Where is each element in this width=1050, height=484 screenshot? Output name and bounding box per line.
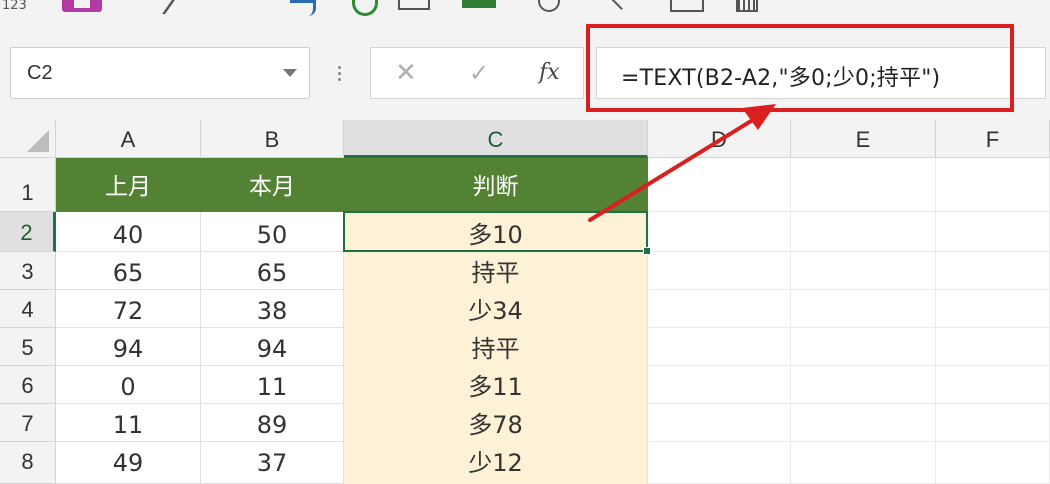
cell-c5[interactable]: 持平 <box>344 328 648 366</box>
column-header-a[interactable]: A <box>56 120 201 158</box>
column-header-e[interactable]: E <box>791 120 936 158</box>
row-header-7[interactable]: 7 <box>0 404 56 442</box>
column-header-d[interactable]: D <box>648 120 791 158</box>
cell-b1[interactable]: 本月 <box>201 158 344 212</box>
cell-f4[interactable] <box>936 290 1050 328</box>
column-header-c[interactable]: C <box>344 120 648 158</box>
chevron-down-icon[interactable] <box>283 69 297 77</box>
cell-a3[interactable]: 65 <box>56 252 201 290</box>
cell-f7[interactable] <box>936 404 1050 442</box>
cell-a7[interactable]: 11 <box>56 404 201 442</box>
cell-c4[interactable]: 少34 <box>344 290 648 328</box>
camera-icon[interactable] <box>670 0 704 12</box>
cell-d3[interactable] <box>648 252 791 290</box>
screen-icon[interactable] <box>398 0 430 10</box>
row-header-2[interactable]: 2 <box>0 212 56 252</box>
cell-c7[interactable]: 多78 <box>344 404 648 442</box>
formula-highlight-box <box>586 24 1014 112</box>
row-header-8[interactable]: 8 <box>0 442 56 484</box>
cell-f2[interactable] <box>936 212 1050 252</box>
cell-a8[interactable]: 49 <box>56 442 201 484</box>
cell-f5[interactable] <box>936 328 1050 366</box>
row-header-3[interactable]: 3 <box>0 252 56 290</box>
cell-e1[interactable] <box>791 158 936 212</box>
cell-a1[interactable]: 上月 <box>56 158 201 212</box>
onenote-icon[interactable] <box>62 0 102 12</box>
calculator-icon[interactable] <box>736 0 758 12</box>
cell-d4[interactable] <box>648 290 791 328</box>
refresh-icon[interactable] <box>290 0 316 16</box>
row-header-1[interactable]: 1 <box>0 158 56 212</box>
cell-b7[interactable]: 89 <box>201 404 344 442</box>
cell-d8[interactable] <box>648 442 791 484</box>
column-header-f[interactable]: F <box>936 120 1050 158</box>
cell-a4[interactable]: 72 <box>56 290 201 328</box>
cell-c1[interactable]: 判断 <box>344 158 648 212</box>
column-header-b[interactable]: B <box>201 120 344 158</box>
cell-b8[interactable]: 37 <box>201 442 344 484</box>
cell-d7[interactable] <box>648 404 791 442</box>
cell-e6[interactable] <box>791 366 936 404</box>
fill-handle[interactable] <box>643 247 651 255</box>
cell-e5[interactable] <box>791 328 936 366</box>
cell-e3[interactable] <box>791 252 936 290</box>
cell-d1[interactable] <box>648 158 791 212</box>
circle-icon[interactable] <box>538 0 560 12</box>
row-header-4[interactable]: 4 <box>0 290 56 328</box>
select-all-icon <box>27 130 49 152</box>
cell-f8[interactable] <box>936 442 1050 484</box>
more-options-icon[interactable] <box>338 66 342 82</box>
active-cell-selection <box>343 211 648 252</box>
cell-a5[interactable]: 94 <box>56 328 201 366</box>
cell-e8[interactable] <box>791 442 936 484</box>
cell-a6[interactable]: 0 <box>56 366 201 404</box>
cell-a2[interactable]: 40 <box>56 212 201 252</box>
cell-d2[interactable] <box>648 212 791 252</box>
cell-c6[interactable]: 多11 <box>344 366 648 404</box>
cell-d5[interactable] <box>648 328 791 366</box>
cell-e7[interactable] <box>791 404 936 442</box>
cell-b5[interactable]: 94 <box>201 328 344 366</box>
sync-icon[interactable] <box>352 0 378 16</box>
toolbar-partial-label: 123 <box>2 0 27 13</box>
green-bar-icon[interactable] <box>462 0 496 8</box>
cell-c8[interactable]: 少12 <box>344 442 648 484</box>
cell-c3[interactable]: 持平 <box>344 252 648 290</box>
cell-e4[interactable] <box>791 290 936 328</box>
toolbar: 123 <box>0 0 1050 22</box>
row-header-6[interactable]: 6 <box>0 366 56 404</box>
cancel-icon[interactable]: ✕ <box>395 58 417 88</box>
cell-f6[interactable] <box>936 366 1050 404</box>
cell-e2[interactable] <box>791 212 936 252</box>
insert-function-icon[interactable]: fx <box>539 60 560 86</box>
select-all-corner[interactable] <box>0 120 56 158</box>
cell-b3[interactable]: 65 <box>201 252 344 290</box>
name-box[interactable]: C2 <box>10 47 310 99</box>
cell-f3[interactable] <box>936 252 1050 290</box>
cell-b2[interactable]: 50 <box>201 212 344 252</box>
cell-d6[interactable] <box>648 366 791 404</box>
name-box-value: C2 <box>27 62 53 84</box>
formula-controls: ✕ ✓ fx <box>370 47 584 99</box>
confirm-icon[interactable]: ✓ <box>469 58 489 88</box>
cell-b4[interactable]: 38 <box>201 290 344 328</box>
row-header-5[interactable]: 5 <box>0 328 56 366</box>
chevron-icon[interactable] <box>610 0 630 10</box>
arrow-tool-icon[interactable] <box>135 0 175 14</box>
cell-b6[interactable]: 11 <box>201 366 344 404</box>
cell-f1[interactable] <box>936 158 1050 212</box>
